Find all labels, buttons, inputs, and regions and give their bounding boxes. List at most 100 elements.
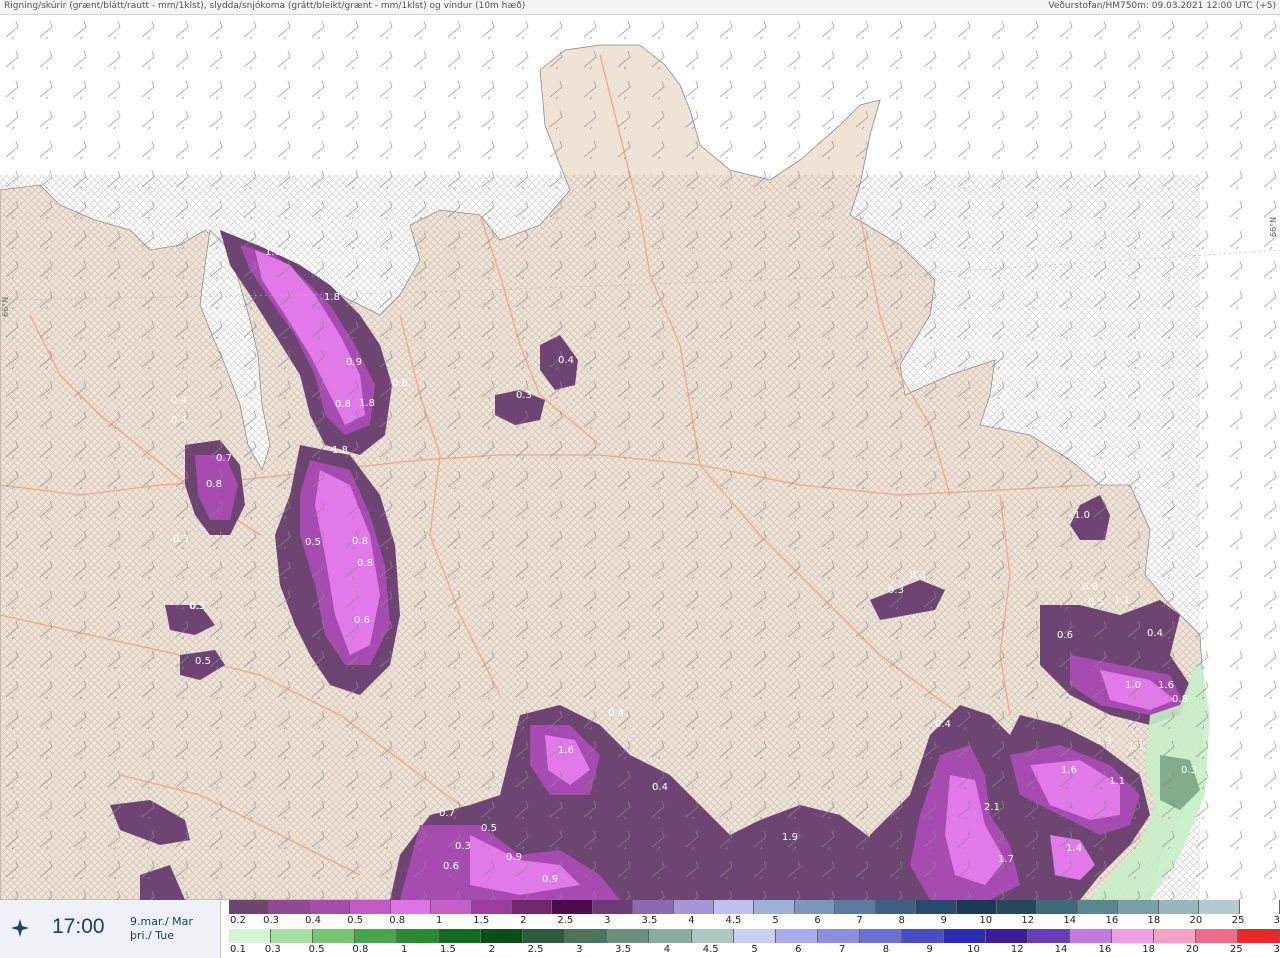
move-icon[interactable]	[10, 918, 30, 938]
legend-snow-swatches	[229, 929, 1280, 943]
legend-rain-tick: 25	[1231, 915, 1245, 926]
precip-value-label: 0.5	[305, 537, 321, 548]
precip-value-label: 1.1	[1114, 595, 1130, 606]
precip-value-label: 0.3	[173, 534, 189, 545]
legend-rain-tick: 0.5	[347, 915, 364, 926]
legend-snow-swatch	[355, 929, 398, 943]
legend-snow-swatch	[691, 929, 734, 943]
legend-rain-tick: 6	[814, 915, 821, 926]
precip-value-label: 0.9	[542, 874, 558, 885]
precip-value-label: 2.1	[984, 802, 1000, 813]
precip-value-label: 0.3	[516, 390, 532, 401]
legend-rain-tick: 0.3	[263, 915, 279, 926]
precip-value-label: 1.7	[998, 854, 1014, 865]
legend-rain-swatch	[794, 900, 836, 914]
legend-snow-tick: 2.5	[527, 944, 544, 955]
legend-rain-tick: 16	[1105, 915, 1119, 926]
precip-value-label: 0.4	[171, 415, 187, 426]
legend-snow-tick: 0.5	[308, 944, 325, 955]
precip-value-label: 1.6	[558, 745, 574, 756]
legend-rain-tick: 7	[856, 915, 863, 926]
precip-value-label: 1.6	[1158, 680, 1174, 691]
legend-rain-swatch	[1199, 900, 1240, 914]
precip-value-label: 0.3	[455, 841, 471, 852]
legend-snow-tick: 1.5	[440, 944, 456, 955]
legend-rain-swatch	[390, 900, 432, 914]
legend-snow-swatch	[523, 929, 566, 943]
precip-value-label: 0.6	[443, 861, 459, 872]
legend-snow-swatch	[649, 929, 692, 943]
legend-rain-tick: 14	[1063, 915, 1077, 926]
legend-rain-tick: 3.5	[641, 915, 658, 926]
legend-snow-swatch	[1111, 929, 1155, 943]
legend-rain-swatch	[1239, 900, 1280, 914]
legend-rain-tick: 18	[1147, 915, 1161, 926]
legend-snow-tick: 8	[882, 944, 890, 955]
precip-value-label: 1.8	[324, 292, 340, 303]
legend-snow-tick: 6	[795, 944, 802, 955]
legend-rain-swatch	[754, 900, 795, 914]
legend-snow-swatch	[1027, 929, 1070, 943]
precip-value-label: 1.8	[359, 398, 375, 409]
legend-rain: 0.2 0.3 0.4 0.5 0.8 1 1.5 2 2.5 3 3.5 4 4.5 5 6 7 8 9 10 12…	[229, 900, 1280, 929]
precip-value-label: 0.3	[888, 585, 904, 596]
legend-rain-tick: 9	[940, 915, 947, 926]
precip-value-label: 1.1	[1109, 776, 1125, 787]
legend-snow-tick: 18	[1142, 944, 1155, 955]
legend-snow-swatch	[1238, 929, 1280, 943]
precip-value-label: 0.5	[1088, 597, 1104, 608]
legend-rain-swatch	[673, 900, 715, 914]
legend-rain-tick: 1.5	[473, 915, 490, 926]
legend-snow-tick: 3	[576, 944, 583, 955]
precip-value-label: 0.3	[1181, 765, 1197, 776]
precip-value-label: 1.1	[265, 247, 281, 258]
legend-snow-tick: 5	[751, 944, 758, 955]
precip-value-label: 0.4	[1147, 628, 1163, 639]
legend-rain-swatch	[1118, 900, 1159, 914]
header-title: Rigning/skúrir (grænt/blátt/rautt - mm/1…	[4, 1, 526, 11]
legend-rain-swatch	[309, 900, 351, 914]
legend-rain-swatch	[350, 900, 391, 914]
legend-rain-tick: 8	[898, 915, 905, 926]
precip-value-label: 0.5	[195, 656, 211, 667]
precip-value-label: 1.0	[1125, 680, 1141, 691]
precip-value-label: 1.6	[1061, 765, 1077, 776]
legend-snow-tick: 30	[1273, 944, 1280, 955]
legend-rain-swatches	[229, 900, 1280, 914]
legend-snow-swatch	[229, 929, 272, 943]
legend-rain-swatch	[835, 900, 876, 914]
wind-barbs-layer	[0, 15, 1280, 900]
precipitation-map[interactable]: 66°N 66°N 1.1 1.8 0.9 0.6 0.8 1.8 1.8 0.4 0.4 0.7…	[0, 15, 1280, 900]
precip-value-label: 0.4	[171, 395, 187, 406]
precip-value-label: 0.8	[1172, 694, 1188, 705]
legend-snow-tick: 0.8	[352, 944, 369, 955]
legend-rain-tick: 5	[772, 915, 779, 926]
legend-rain-tick: 2.5	[557, 915, 574, 926]
legend-rain-swatch	[633, 900, 674, 914]
precip-value-label: 1.4	[1066, 843, 1082, 854]
precip-value-label: 0.4	[935, 719, 951, 730]
legend-rain-tick: 30	[1273, 915, 1280, 926]
legend-rain-swatch	[714, 900, 755, 914]
legend-snow: 0.1 0.3 0.5 0.8 1 1.5 2 2.5 3 3.5 4 4.5 5 6 7 8 9 10 12 14 1…	[229, 929, 1280, 958]
legend-snow-tick: 7	[838, 944, 846, 955]
precip-value-label: 1.1	[1128, 741, 1144, 752]
legend-rain-swatch	[592, 900, 634, 914]
legend-snow-tick: 16	[1098, 944, 1112, 955]
precip-value-label: 1.8	[332, 445, 348, 456]
legend-snow-swatch	[859, 929, 902, 943]
header-source-time: Veðurstofan/HM750m: 09.03.2021 12:00 UTC…	[1048, 1, 1276, 11]
precip-value-label: 0.6	[354, 615, 370, 626]
legend-snow-swatch	[481, 929, 524, 943]
precip-value-label: 1.3	[1096, 736, 1112, 747]
legend-rain-swatch	[229, 900, 270, 914]
legend-rain-swatch	[875, 900, 917, 914]
precip-value-label: 0.7	[216, 453, 232, 464]
legend-snow-tick: 4.5	[702, 944, 719, 955]
legend-snow-swatch	[271, 929, 314, 943]
legend-rain-swatch	[916, 900, 957, 914]
legend-rain-swatch	[269, 900, 310, 914]
legend-rain-tick: 3	[604, 915, 611, 926]
precip-value-label: 0.5	[189, 601, 205, 612]
legend-snow-tick: 20	[1186, 944, 1199, 955]
